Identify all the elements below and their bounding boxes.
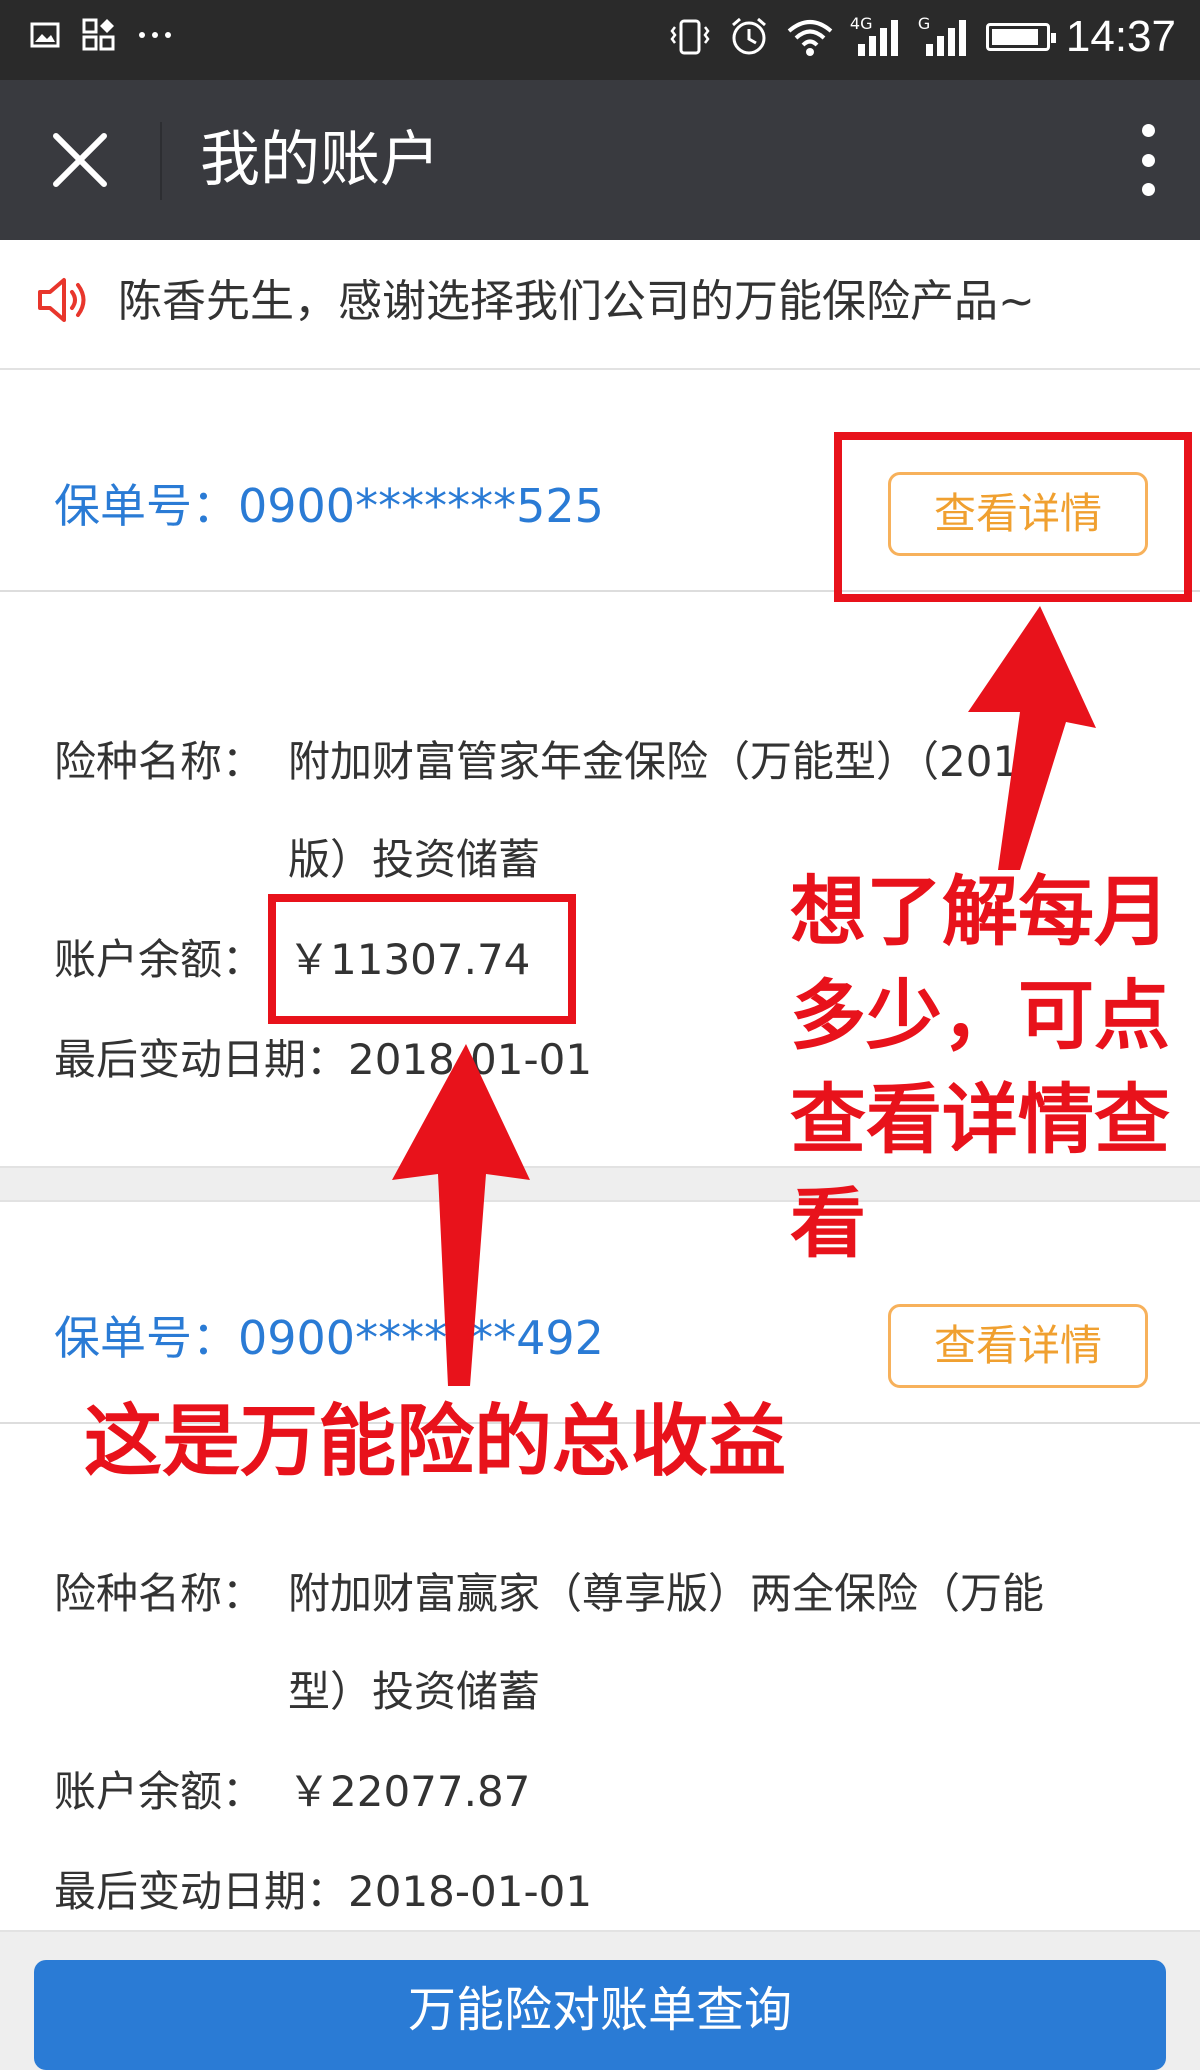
- vertical-dots-icon: [1141, 124, 1155, 137]
- policy-number: 保单号：0900*******525: [54, 470, 604, 536]
- signal-4g-icon: 4G: [849, 14, 902, 58]
- status-left: [30, 18, 172, 52]
- policy-number-value: 0900*******525: [238, 479, 604, 533]
- last-change-date-row: 最后变动日期：2018-01-01: [54, 1026, 592, 1087]
- account-balance-value: ￥22077.87: [288, 1767, 531, 1816]
- product-name-line2: 版）投资储蓄: [288, 835, 541, 884]
- close-icon: [53, 133, 107, 187]
- last-change-date-value: 2018-01-01: [348, 1035, 593, 1084]
- account-balance-label: 账户余额：: [54, 935, 265, 984]
- annotation-box-details: [834, 432, 1192, 602]
- notice-bar: 陈香先生，感谢选择我们公司的万能保险产品~: [0, 240, 1200, 370]
- policy-number-label: 保单号：: [54, 479, 238, 533]
- account-balance-row: 账户余额： ￥22077.87: [54, 1758, 530, 1819]
- policy-card: 保单号：0900*******492 查看详情 险种名称： 附加财富赢家（尊享版）…: [0, 1200, 1200, 1932]
- product-name-line1: 附加财富赢家（尊享版）两全保险（万能: [288, 1569, 1045, 1618]
- account-balance-label: 账户余额：: [54, 1767, 265, 1816]
- product-name-line2: 型）投资储蓄: [288, 1667, 541, 1716]
- alarm-icon: [728, 16, 770, 58]
- status-time: 14:37: [1065, 12, 1176, 61]
- product-name-row: 险种名称： 附加财富赢家（尊享版）两全保险（万能: [54, 1560, 1044, 1621]
- product-name-label: 险种名称：: [54, 1569, 265, 1618]
- signal-g-label: G: [917, 14, 931, 33]
- product-name-row: 险种名称： 附加财富管家年金保险（万能型）（2013: [54, 728, 1046, 789]
- product-name-label: 险种名称：: [54, 737, 265, 786]
- speaker-icon: [38, 278, 86, 322]
- image-icon: [30, 21, 60, 49]
- product-name-row-2: 型）投资储蓄: [54, 1658, 540, 1719]
- title-bar: 我的账户: [0, 80, 1200, 240]
- policy-number: 保单号：0900*******492: [54, 1302, 604, 1368]
- last-change-date-label: 最后变动日期：: [54, 1867, 349, 1916]
- close-button[interactable]: [48, 128, 112, 192]
- status-right: 4G G 14:37: [668, 12, 1176, 62]
- vibrate-icon: [668, 17, 712, 57]
- more-menu-button[interactable]: [1136, 124, 1160, 196]
- page-title: 我的账户: [200, 125, 440, 195]
- annotation-box-balance: [268, 894, 576, 1024]
- last-change-date-row: 最后变动日期：2018-01-01: [54, 1858, 592, 1919]
- title-divider: [160, 122, 162, 200]
- policy-number-label: 保单号：: [54, 1311, 238, 1365]
- product-name-row-2: 版）投资储蓄: [54, 826, 540, 887]
- annotation-note-right: 想了解每月 多少，可点 查看详情查 看: [790, 867, 1170, 1268]
- statement-query-button[interactable]: 万能险对账单查询: [34, 1960, 1166, 2070]
- signal-g-icon: G: [917, 14, 970, 58]
- status-bar: 4G G 14:37: [0, 0, 1200, 80]
- more-dots-icon: [138, 30, 172, 40]
- last-change-date-label: 最后变动日期：: [54, 1035, 349, 1084]
- last-change-date-value: 2018-01-01: [348, 1867, 593, 1916]
- wifi-icon: [786, 17, 834, 57]
- policy-number-value: 0900*******492: [238, 1311, 604, 1365]
- annotation-note-bottom: 这是万能险的总收益: [84, 1397, 787, 1487]
- app-grid-icon: [82, 18, 116, 52]
- battery-icon: [985, 23, 1056, 51]
- product-name-line1: 附加财富管家年金保险（万能型）（2013: [288, 737, 1046, 786]
- signal-4g-label: 4G: [849, 14, 873, 33]
- view-details-button[interactable]: 查看详情: [888, 1304, 1148, 1388]
- notice-text: 陈香先生，感谢选择我们公司的万能保险产品~: [118, 276, 1035, 327]
